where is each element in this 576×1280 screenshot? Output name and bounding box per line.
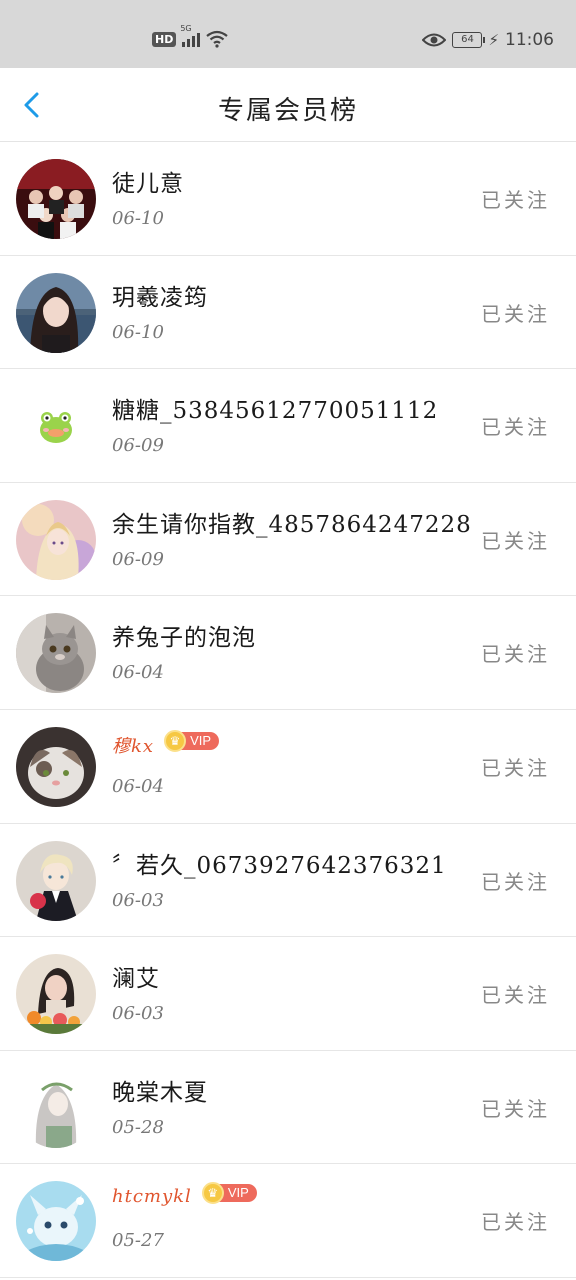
join-date: 05-28 [112, 1116, 164, 1138]
name-line: 玥羲凌筠 [112, 278, 208, 312]
join-date: 05-27 [112, 1230, 164, 1252]
join-date: 06-09 [112, 435, 164, 457]
name-line: 穆kx ♛ VIP [112, 729, 220, 758]
crown-icon: ♛ [201, 1181, 224, 1204]
list-item[interactable]: 澜艾 06-03 已关注 [0, 937, 576, 1051]
list-item[interactable]: 穆kx ♛ VIP 06-04 已关注 [0, 709, 576, 824]
avatar[interactable] [16, 613, 96, 694]
network-type: 5G [180, 24, 192, 33]
vip-badge: ♛ VIP [164, 729, 220, 752]
crown-icon: ♛ [164, 729, 187, 752]
list-item[interactable]: 徒儿意 06-10 已关注 [0, 142, 576, 256]
join-date: 06-10 [112, 208, 164, 229]
follow-status-button[interactable]: 已关注 [481, 979, 550, 1008]
name-line: 糖糖_5384561277005111​2 [112, 391, 438, 425]
member-name: 糖糖_5384561277005111​2 [112, 398, 439, 425]
page-title: 专属会员榜 [217, 96, 358, 126]
follow-status-button[interactable]: 已关注 [481, 298, 550, 327]
name-line: 澜艾 [112, 959, 160, 993]
avatar[interactable] [16, 1067, 96, 1148]
member-name: 穆kx [112, 735, 155, 757]
member-name: 晚棠木夏 [112, 1079, 208, 1106]
follow-status-button[interactable]: 已关注 [481, 1093, 550, 1122]
eye-icon [422, 33, 447, 47]
name-line: 余生请你指教_4857864247228 [112, 505, 472, 539]
member-name: 养兔子的泡泡 [112, 625, 256, 652]
charging-icon: ⚡ [488, 31, 499, 49]
join-date: 06-03 [112, 889, 164, 911]
member-name: 澜艾 [112, 966, 160, 993]
avatar[interactable] [16, 159, 96, 239]
list-item[interactable]: 养兔子的泡泡 06-04 已关注 [0, 596, 576, 710]
follow-status-button[interactable]: 已关注 [481, 525, 550, 554]
join-date: 06-03 [112, 1003, 164, 1025]
avatar[interactable] [16, 1181, 96, 1262]
vip-badge: ♛ VIP [201, 1181, 257, 1204]
clock: 11:06 [505, 30, 554, 50]
name-line: 〞若久_0673927642376321 [112, 846, 447, 880]
member-name: 〞若久_0673927642376321 [112, 852, 447, 879]
follow-status-button[interactable]: 已关注 [481, 752, 550, 781]
avatar[interactable] [16, 272, 96, 353]
list-item[interactable]: 〞若久_0673927642376321 06-03 已关注 [0, 823, 576, 938]
avatar[interactable] [16, 726, 96, 807]
page-header: 专属会员榜 [0, 68, 576, 142]
avatar[interactable] [16, 954, 96, 1035]
list-item[interactable]: 糖糖_5384561277005111​2 06-09 已关注 [0, 369, 576, 483]
battery-icon: 64 [452, 32, 486, 48]
follow-status-button[interactable]: 已关注 [481, 638, 550, 667]
join-date: 06-10 [112, 321, 164, 343]
name-line: 徒儿意 [112, 164, 184, 198]
avatar[interactable] [16, 840, 96, 921]
list-item[interactable]: 玥羲凌筠 06-10 已关注 [0, 255, 576, 370]
follow-status-button[interactable]: 已关注 [481, 184, 550, 213]
follow-status-button[interactable]: 已关注 [481, 411, 550, 440]
avatar[interactable] [16, 386, 96, 467]
member-list: 徒儿意 06-10 已关注 玥羲凌筠 06-10 已关注 糖糖_53845612… [0, 142, 576, 1278]
join-date: 06-09 [112, 548, 164, 570]
member-name: htcmykl [112, 1186, 192, 1208]
status-bar: HD 5G 64 ⚡ 11:06 [0, 0, 576, 68]
hd-icon: HD [152, 31, 177, 47]
join-date: 06-04 [112, 662, 164, 684]
member-name: 徒儿意 [112, 171, 184, 197]
list-item[interactable]: 余生请你指教_4857864247228 06-09 已关注 [0, 482, 576, 597]
wifi-icon [206, 30, 229, 48]
member-name: 余生请你指教_4857864247228 [112, 511, 472, 538]
follow-status-button[interactable]: 已关注 [481, 866, 550, 895]
name-line: htcmykl ♛ VIP [112, 1181, 257, 1208]
status-left: HD 5G [152, 24, 229, 48]
name-line: 晚棠木夏 [112, 1073, 208, 1107]
follow-status-button[interactable]: 已关注 [481, 1206, 550, 1235]
member-name: 玥羲凌筠 [112, 284, 208, 311]
status-right: 64 ⚡ 11:06 [422, 30, 554, 50]
name-line: 养兔子的泡泡 [112, 618, 256, 652]
list-item[interactable]: 晚棠木夏 05-28 已关注 [0, 1050, 576, 1165]
join-date: 06-04 [112, 775, 164, 797]
list-item[interactable]: htcmykl ♛ VIP 05-27 已关注 [0, 1164, 576, 1278]
signal-icon: 5G [180, 24, 201, 47]
avatar[interactable] [16, 499, 96, 580]
